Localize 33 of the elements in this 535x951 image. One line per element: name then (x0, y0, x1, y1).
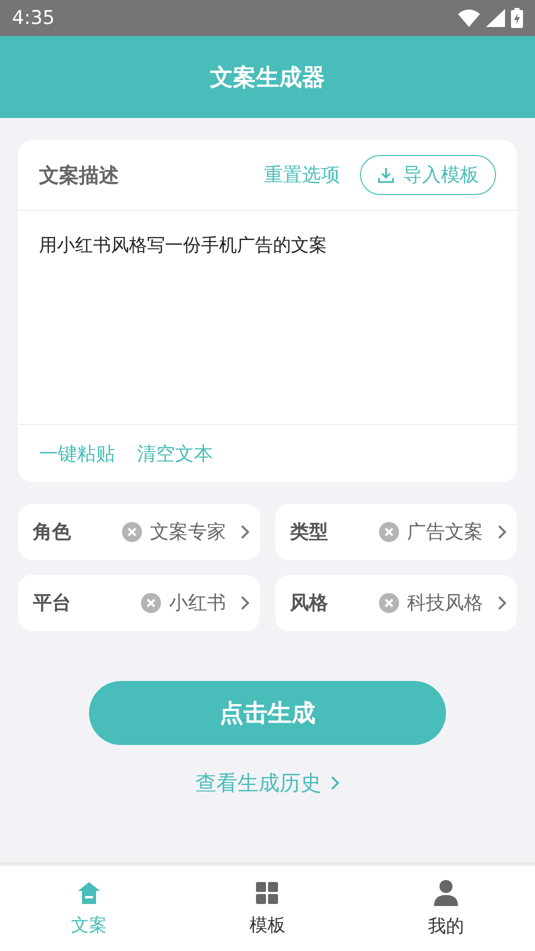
option-label: 角色 (33, 520, 71, 545)
clear-icon[interactable] (379, 593, 399, 613)
option-value: 广告文案 (407, 520, 483, 545)
signal-icon (486, 9, 505, 27)
nav-tab[interactable]: 模板 (178, 866, 357, 951)
grid-icon (255, 880, 280, 904)
option-value: 小红书 (169, 591, 226, 616)
clear-icon[interactable] (141, 593, 161, 613)
battery-icon (511, 8, 523, 28)
clear-icon[interactable] (379, 522, 399, 542)
option-value: 文案专家 (150, 520, 226, 545)
wifi-icon (458, 9, 480, 27)
option-label: 类型 (290, 520, 328, 545)
clear-icon[interactable] (122, 522, 142, 542)
chevron-right-icon (240, 595, 250, 611)
chevron-right-icon (240, 524, 250, 540)
option-selector[interactable]: 类型 广告文案 (275, 504, 517, 560)
nav-tab[interactable]: 我的 (356, 866, 535, 951)
option-selector[interactable]: 风格 科技风格 (275, 575, 517, 631)
clock-time: 4:35 (12, 7, 55, 29)
page-title: 文案生成器 (210, 64, 325, 92)
option-value: 科技风格 (407, 591, 483, 616)
home-icon (77, 880, 102, 904)
option-selector[interactable]: 角色 文案专家 (18, 504, 260, 560)
section-title: 文案描述 (39, 162, 119, 188)
download-icon (377, 166, 395, 184)
option-selector[interactable]: 平台 小红书 (18, 575, 260, 631)
option-label: 风格 (290, 591, 328, 616)
chevron-right-icon (330, 775, 340, 791)
chevron-right-icon (497, 524, 507, 540)
chevron-right-icon (497, 595, 507, 611)
person-icon (434, 880, 458, 906)
option-label: 平台 (33, 591, 71, 616)
